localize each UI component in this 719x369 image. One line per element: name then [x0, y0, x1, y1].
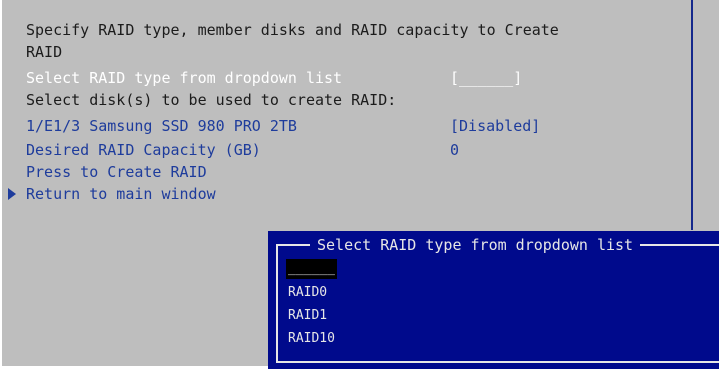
- panel-divider: [691, 0, 693, 230]
- raid-option-raid0[interactable]: RAID0: [288, 283, 327, 303]
- dialog-frame: [276, 244, 719, 363]
- raid-option-raid10[interactable]: RAID10: [288, 329, 335, 349]
- raid-option-none[interactable]: ______: [286, 259, 337, 279]
- submenu-arrow-icon: [8, 188, 16, 200]
- raid-option-raid1[interactable]: RAID1: [288, 306, 327, 326]
- disk-item-value[interactable]: [Disabled]: [450, 115, 540, 137]
- raid-capacity-value[interactable]: 0: [450, 139, 459, 161]
- raid-type-dropdown-dialog: Select RAID type from dropdown list ____…: [268, 231, 719, 369]
- dialog-title: Select RAID type from dropdown list: [310, 234, 641, 256]
- select-raid-type-value[interactable]: [______]: [450, 67, 522, 89]
- select-disks-heading: Select disk(s) to be used to create RAID…: [26, 91, 397, 109]
- create-raid-action[interactable]: Press to Create RAID: [26, 161, 207, 183]
- intro-text-line1: Specify RAID type, member disks and RAID…: [26, 21, 559, 39]
- raid-capacity-label[interactable]: Desired RAID Capacity (GB): [26, 139, 261, 161]
- return-main-window-action[interactable]: Return to main window: [26, 183, 216, 205]
- disk-item-label[interactable]: 1/E1/3 Samsung SSD 980 PRO 2TB: [26, 115, 297, 137]
- select-raid-type-label[interactable]: Select RAID type from dropdown list: [26, 67, 342, 89]
- intro-text-line2: RAID: [26, 43, 63, 61]
